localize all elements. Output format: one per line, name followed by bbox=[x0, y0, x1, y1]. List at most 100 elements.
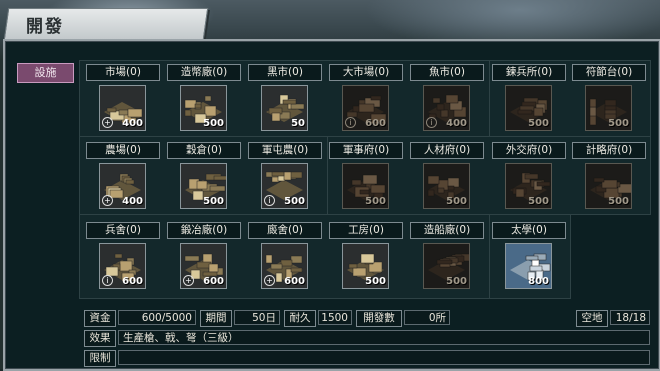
training-ground-icon[interactable]: 500 bbox=[505, 85, 552, 131]
period-label: 期間 bbox=[200, 310, 232, 327]
building-10[interactable]: 軍事府(0) 500 bbox=[329, 142, 403, 212]
building-label: 大市場(0) bbox=[329, 64, 403, 81]
building-label: 市場(0) bbox=[86, 64, 160, 81]
building-label: 軍屯農(0) bbox=[248, 142, 322, 159]
mint-icon[interactable]: 500 bbox=[180, 85, 227, 131]
building-3[interactable]: 大市場(0) i 600 bbox=[329, 64, 403, 134]
workshop-icon[interactable]: 500 bbox=[342, 243, 389, 289]
building-cost: 500 bbox=[365, 276, 386, 287]
building-cost: 400 bbox=[446, 118, 467, 129]
window-title: 開發 bbox=[26, 17, 64, 37]
market-icon[interactable]: +400 bbox=[99, 85, 146, 131]
building-label: 人材府(0) bbox=[410, 142, 484, 159]
period-value: 50日 bbox=[234, 310, 280, 325]
building-cost: 500 bbox=[528, 118, 549, 129]
building-1[interactable]: 造幣廠(0) 500 bbox=[167, 64, 241, 134]
plus-badge-icon: + bbox=[102, 195, 113, 206]
building-8[interactable]: 穀倉(0) 500 bbox=[167, 142, 241, 212]
building-2[interactable]: 黑市(0) 50 bbox=[248, 64, 322, 134]
building-0[interactable]: 市場(0) +400 bbox=[86, 64, 160, 134]
military-farm-icon[interactable]: i 500 bbox=[261, 163, 308, 209]
building-cost: 50 bbox=[291, 118, 305, 129]
building-17[interactable]: 工房(0) 500 bbox=[329, 222, 403, 292]
funds-label: 資金 bbox=[84, 310, 116, 327]
military-office-icon[interactable]: 500 bbox=[342, 163, 389, 209]
building-11[interactable]: 人材府(0) 500 bbox=[410, 142, 484, 212]
building-cost: 800 bbox=[528, 276, 549, 287]
durability-value: 1500 bbox=[318, 310, 352, 325]
building-5[interactable]: 鍊兵所(0) 500 bbox=[492, 64, 566, 134]
building-label: 魚市(0) bbox=[410, 64, 484, 81]
limit-value bbox=[118, 350, 650, 365]
building-12[interactable]: 外交府(0) 500 bbox=[492, 142, 566, 212]
info-badge-icon: i bbox=[264, 195, 275, 206]
building-16[interactable]: 廄舍(0) +600 bbox=[248, 222, 322, 292]
durability-label: 耐久 bbox=[284, 310, 316, 327]
grand-market-icon[interactable]: i 600 bbox=[342, 85, 389, 131]
building-label: 兵舍(0) bbox=[86, 222, 160, 239]
building-7[interactable]: 農場(0) +400 bbox=[86, 142, 160, 212]
building-cost: 500 bbox=[365, 196, 386, 207]
strategy-office-icon[interactable]: 500 bbox=[585, 163, 632, 209]
building-4[interactable]: 魚市(0) i 400 bbox=[410, 64, 484, 134]
limit-label: 限制 bbox=[84, 350, 116, 367]
building-cost: 600 bbox=[122, 276, 143, 287]
academy-icon[interactable]: 800 bbox=[505, 243, 552, 289]
building-cost: 600 bbox=[365, 118, 386, 129]
vacant-label: 空地 bbox=[576, 310, 608, 327]
building-label: 廄舍(0) bbox=[248, 222, 322, 239]
building-cost: 600 bbox=[284, 276, 305, 287]
building-label: 軍事府(0) bbox=[329, 142, 403, 159]
building-cost: 500 bbox=[284, 196, 305, 207]
shipyard-icon[interactable]: 500 bbox=[423, 243, 470, 289]
building-15[interactable]: 鍛冶廠(0) +600 bbox=[167, 222, 241, 292]
building-label: 造幣廠(0) bbox=[167, 64, 241, 81]
building-cost: 500 bbox=[446, 196, 467, 207]
funds-value: 600/5000 bbox=[118, 310, 196, 325]
building-label: 農場(0) bbox=[86, 142, 160, 159]
plus-badge-icon: + bbox=[183, 275, 194, 286]
facilities-tab[interactable]: 設施 bbox=[17, 63, 74, 83]
building-cost: 500 bbox=[203, 118, 224, 129]
fish-market-icon[interactable]: i 400 bbox=[423, 85, 470, 131]
building-9[interactable]: 軍屯農(0) i 500 bbox=[248, 142, 322, 212]
building-14[interactable]: 兵舍(0) i 600 bbox=[86, 222, 160, 292]
building-cost: 600 bbox=[203, 276, 224, 287]
building-19[interactable]: 太學(0) 800 bbox=[492, 222, 566, 292]
building-cost: 500 bbox=[608, 196, 629, 207]
info-badge-icon: i bbox=[345, 117, 356, 128]
building-label: 鍊兵所(0) bbox=[492, 64, 566, 81]
dev-count-label: 開發數 bbox=[356, 310, 402, 327]
plus-badge-icon: + bbox=[264, 275, 275, 286]
dev-count-value: 0所 bbox=[404, 310, 450, 325]
info-badge-icon: i bbox=[426, 117, 437, 128]
building-cost: 500 bbox=[608, 118, 629, 129]
building-label: 工房(0) bbox=[329, 222, 403, 239]
barracks-icon[interactable]: i 600 bbox=[99, 243, 146, 289]
vacant-value: 18/18 bbox=[610, 310, 650, 325]
building-label: 計略府(0) bbox=[572, 142, 646, 159]
building-label: 外交府(0) bbox=[492, 142, 566, 159]
building-cost: 500 bbox=[528, 196, 549, 207]
building-label: 符節台(0) bbox=[572, 64, 646, 81]
building-label: 鍛冶廠(0) bbox=[167, 222, 241, 239]
effect-label: 效果 bbox=[84, 330, 116, 347]
farm-icon[interactable]: +400 bbox=[99, 163, 146, 209]
building-label: 造船廠(0) bbox=[410, 222, 484, 239]
tally-platform-icon[interactable]: 500 bbox=[585, 85, 632, 131]
smithy-icon[interactable]: +600 bbox=[180, 243, 227, 289]
diplomacy-office-icon[interactable]: 500 bbox=[505, 163, 552, 209]
black-market-icon[interactable]: 50 bbox=[261, 85, 308, 131]
stable-icon[interactable]: +600 bbox=[261, 243, 308, 289]
building-cost: 500 bbox=[446, 276, 467, 287]
building-cost: 500 bbox=[203, 196, 224, 207]
talent-office-icon[interactable]: 500 bbox=[423, 163, 470, 209]
info-badge-icon: i bbox=[102, 275, 113, 286]
building-label: 太學(0) bbox=[492, 222, 566, 239]
building-label: 黑市(0) bbox=[248, 64, 322, 81]
building-18[interactable]: 造船廠(0) 500 bbox=[410, 222, 484, 292]
building-cost: 400 bbox=[122, 196, 143, 207]
granary-icon[interactable]: 500 bbox=[180, 163, 227, 209]
building-13[interactable]: 計略府(0) 500 bbox=[572, 142, 646, 212]
building-6[interactable]: 符節台(0) 500 bbox=[572, 64, 646, 134]
